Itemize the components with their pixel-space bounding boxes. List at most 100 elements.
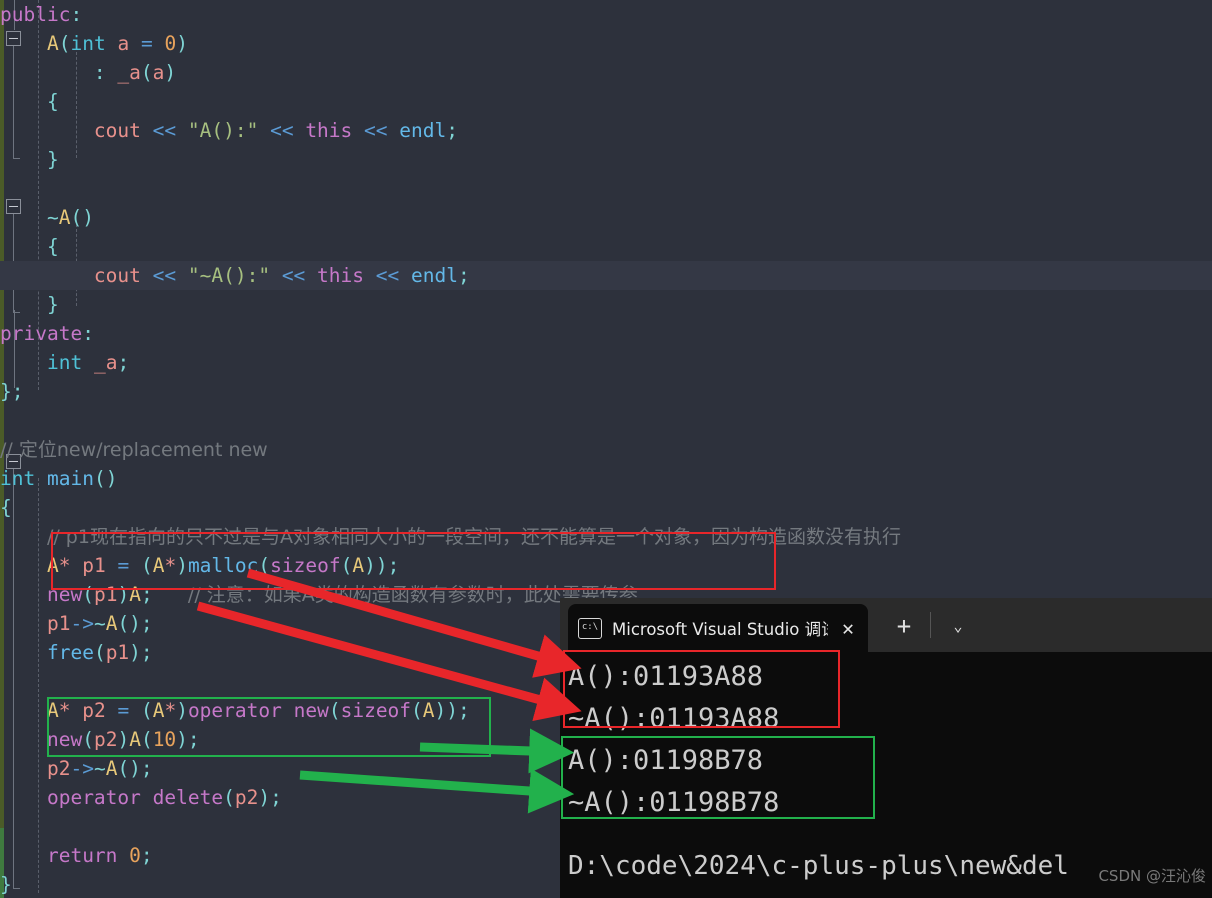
code-token: ()	[117, 757, 141, 780]
code-line[interactable]: cout << "~A():" << this << endl;	[0, 261, 1212, 290]
code-token: ()	[70, 206, 94, 229]
code-token: )	[129, 641, 141, 664]
code-token: ;	[270, 786, 282, 809]
code-line[interactable]: A(int a = 0)	[0, 29, 1212, 58]
code-token: ()	[117, 612, 141, 635]
code-line[interactable]: public:	[0, 0, 1212, 29]
code-token: 0	[129, 844, 141, 867]
code-token: ->	[70, 612, 94, 635]
watermark: CSDN @汪沁俊	[1098, 867, 1206, 885]
code-token: :	[70, 3, 83, 26]
code-token: {	[0, 496, 12, 519]
code-token: A	[58, 206, 71, 229]
code-token: ;	[140, 612, 153, 635]
code-line[interactable]	[0, 406, 1212, 435]
code-token: "~A():"	[187, 264, 271, 287]
code-line[interactable]: private:	[0, 319, 1212, 348]
new-tab-button[interactable]: +	[886, 610, 922, 642]
code-token: }	[0, 873, 12, 896]
code-token: cout	[93, 119, 141, 142]
code-token: ;	[140, 757, 153, 780]
code-token: return	[46, 844, 118, 867]
code-token: _a	[117, 61, 141, 84]
code-line[interactable]: // 定位new/replacement new	[0, 435, 1212, 464]
code-line[interactable]: }	[0, 290, 1212, 319]
code-token: p2	[234, 786, 259, 809]
code-token: A	[105, 612, 118, 635]
code-token: int	[0, 467, 36, 490]
code-token: };	[0, 380, 24, 403]
code-token: p1	[46, 612, 71, 635]
code-token: ~	[93, 612, 106, 635]
code-token: ()	[93, 467, 118, 490]
code-token: <<	[281, 264, 306, 287]
chevron-down-icon[interactable]: ⌄	[940, 610, 976, 642]
code-line[interactable]: {	[0, 493, 1212, 522]
terminal-tab-title: Microsoft Visual Studio 调试控	[612, 620, 828, 639]
terminal-titlebar[interactable]: c:\ Microsoft Visual Studio 调试控 ✕ + ⌄	[560, 598, 1212, 652]
code-token: (	[58, 32, 71, 55]
code-token: _a	[93, 351, 118, 374]
code-line[interactable]: : _a(a)	[0, 58, 1212, 87]
code-token: operator	[46, 786, 141, 809]
screenshot-root: public: A(int a = 0) : _a(a) { cout << "…	[0, 0, 1212, 898]
code-token: (	[223, 786, 235, 809]
code-line[interactable]	[0, 174, 1212, 203]
code-token: A	[46, 32, 59, 55]
annotation-box-green-code	[47, 697, 491, 757]
terminal-tab[interactable]: c:\ Microsoft Visual Studio 调试控 ✕	[568, 604, 868, 652]
code-line[interactable]: {	[0, 232, 1212, 261]
code-token: int	[70, 32, 106, 55]
code-line[interactable]: int _a;	[0, 348, 1212, 377]
code-token: <<	[270, 119, 294, 142]
code-token: )	[176, 32, 188, 55]
code-token: (	[93, 641, 106, 664]
code-token: <<	[152, 264, 177, 287]
code-line[interactable]: int main()	[0, 464, 1212, 493]
code-token: =	[129, 32, 165, 55]
code-token: <<	[364, 119, 388, 142]
code-token: free	[46, 641, 94, 664]
code-token: endl	[411, 264, 458, 287]
code-token: ;	[140, 641, 153, 664]
code-token: this	[317, 264, 365, 287]
code-token: endl	[399, 119, 447, 142]
code-token: ~	[0, 206, 59, 229]
code-token: private	[0, 322, 83, 345]
code-line[interactable]: {	[0, 87, 1212, 116]
code-token: main	[46, 467, 94, 490]
code-line[interactable]: ~A()	[0, 203, 1212, 232]
code-line[interactable]: };	[0, 377, 1212, 406]
code-token: }	[0, 148, 59, 171]
code-token: a	[117, 32, 130, 55]
close-icon[interactable]: ✕	[838, 618, 858, 638]
code-token: A	[105, 757, 118, 780]
code-token: ;	[457, 264, 470, 287]
code-token: :	[82, 322, 94, 345]
code-token: p1	[105, 641, 130, 664]
code-line[interactable]: }	[0, 145, 1212, 174]
code-token: :	[0, 61, 118, 84]
code-token: "A():"	[187, 119, 259, 142]
code-line[interactable]: cout << "A():" << this << endl;	[0, 116, 1212, 145]
code-token: cout	[93, 264, 141, 287]
